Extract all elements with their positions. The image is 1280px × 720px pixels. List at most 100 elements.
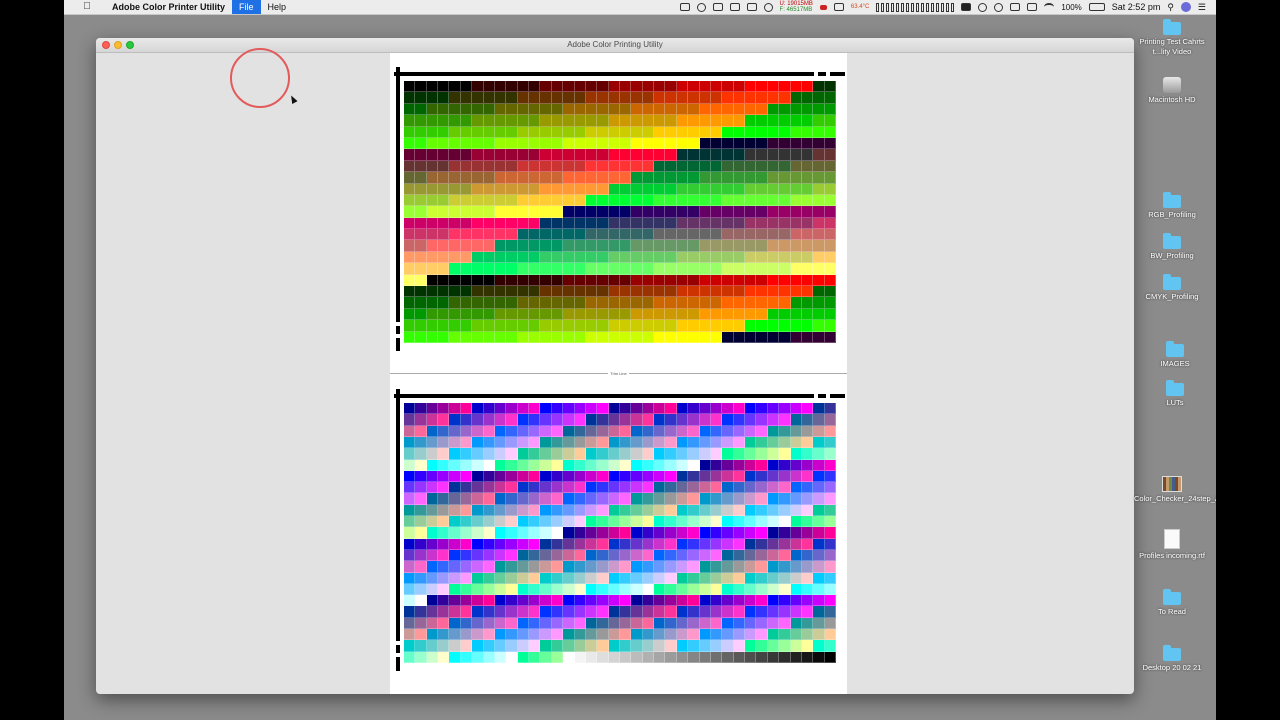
help-menu[interactable]: Help <box>261 0 294 14</box>
color-patch <box>449 240 461 252</box>
desktop-folder-printing-test[interactable]: Printing Test Cahrts t...lity Video <box>1134 19 1210 56</box>
desktop-file-color-checker[interactable]: Color_Checker_24step_AdobeRGB.tif <box>1134 476 1216 504</box>
color-patch <box>472 206 484 218</box>
desktop-drive-macintosh-hd[interactable]: Macintosh HD <box>1134 77 1210 105</box>
color-patch <box>449 493 461 505</box>
color-patch <box>756 297 768 309</box>
color-patch <box>608 516 620 528</box>
color-patch <box>608 126 620 138</box>
color-patch <box>642 160 655 173</box>
file-menu[interactable]: File <box>232 0 261 14</box>
color-patch <box>722 617 734 630</box>
desktop-folder-desktop-20-02-21[interactable]: Desktop 20 02 21 <box>1134 645 1210 673</box>
desktop-folder-rgb-profiling[interactable]: RGB_Profiling <box>1134 192 1210 220</box>
color-patch <box>801 160 814 173</box>
color-patch <box>551 274 564 287</box>
timer-icon[interactable] <box>729 3 740 11</box>
color-patch <box>540 194 552 207</box>
color-patch <box>404 493 416 505</box>
color-patch <box>710 251 723 264</box>
desktop-folder-images[interactable]: IMAGES <box>1137 341 1213 369</box>
color-patch <box>631 572 643 584</box>
color-patch <box>767 172 780 184</box>
color-patch <box>688 274 700 287</box>
status-icon[interactable] <box>679 3 690 11</box>
apple-menu-icon[interactable]:  <box>72 0 102 14</box>
memory-monitor[interactable]: U: 19015MB F: 46517MB <box>780 1 813 13</box>
color-patch <box>551 414 564 426</box>
color-patch <box>733 274 746 287</box>
color-patch <box>699 583 711 596</box>
color-patch <box>460 137 473 150</box>
color-patch <box>665 137 677 150</box>
color-patch <box>665 251 677 264</box>
color-patch <box>563 297 575 309</box>
screen-record-icon[interactable] <box>961 3 972 11</box>
color-patch <box>733 482 746 494</box>
color-patch <box>801 172 814 184</box>
desktop-file-profiles-incoming[interactable]: Profiles incoming.rtf <box>1134 529 1210 561</box>
network-icon[interactable] <box>763 2 773 12</box>
color-patch <box>494 217 507 230</box>
wifi-icon[interactable] <box>1044 3 1055 11</box>
battery-percent[interactable]: 100% <box>1061 3 1081 12</box>
color-patch <box>529 81 541 93</box>
color-patch <box>551 251 564 264</box>
spotlight-search-icon[interactable]: ⚲ <box>1167 2 1174 13</box>
color-patch <box>506 629 518 641</box>
color-patch <box>665 403 677 415</box>
desktop-folder-to-read[interactable]: To Read <box>1134 589 1210 617</box>
color-patch <box>574 137 586 150</box>
color-patch <box>710 549 723 562</box>
color-patch <box>483 194 495 207</box>
color-patch <box>619 274 632 287</box>
color-patch <box>642 183 655 195</box>
cpu-icon[interactable] <box>833 3 844 11</box>
color-patch <box>801 606 814 618</box>
color-patch <box>745 263 757 275</box>
color-patch <box>790 583 802 596</box>
color-patch <box>756 493 768 505</box>
display-icon[interactable] <box>746 3 757 11</box>
bluetooth-icon[interactable] <box>994 2 1004 12</box>
color-patch <box>460 81 473 93</box>
clock-icon[interactable] <box>978 2 988 12</box>
color-patch <box>415 308 427 321</box>
color-patch <box>688 640 700 652</box>
color-patch <box>745 470 757 483</box>
clock-text[interactable]: Sat 2:52 pm <box>1112 2 1161 12</box>
airplay-icon[interactable] <box>1027 3 1038 11</box>
color-patch <box>801 617 814 630</box>
download-icon[interactable] <box>819 4 827 10</box>
app-menu[interactable]: Adobe Color Printer Utility <box>102 0 232 14</box>
color-patch <box>404 572 416 584</box>
volume-icon[interactable] <box>1010 3 1021 11</box>
battery-icon[interactable] <box>1088 3 1105 11</box>
notification-center-icon[interactable]: ☰ <box>1198 2 1206 13</box>
color-patch <box>676 493 689 505</box>
color-patch <box>574 436 586 449</box>
sync-icon[interactable] <box>696 2 706 12</box>
color-patch <box>779 320 791 332</box>
color-patch <box>710 137 723 150</box>
color-patch <box>404 92 416 104</box>
temperature-readout[interactable]: 63.4°C <box>851 4 869 10</box>
color-patch <box>529 308 541 321</box>
color-patch <box>494 403 507 415</box>
color-patch <box>506 538 518 550</box>
color-patch <box>460 320 473 332</box>
desktop-folder-luts[interactable]: LUTs <box>1137 380 1213 408</box>
color-patch <box>642 331 655 343</box>
cpu-meters-icon[interactable] <box>876 2 955 12</box>
color-patch <box>710 482 723 494</box>
color-patch <box>540 459 552 471</box>
color-patch <box>790 274 802 287</box>
desktop-folder-cmyk-profiling[interactable]: CMYK_Profiling <box>1134 274 1210 302</box>
dropbox-icon[interactable] <box>712 3 723 11</box>
color-patch <box>460 538 473 550</box>
desktop-folder-bw-profiling[interactable]: BW_Profiling <box>1134 233 1210 261</box>
color-patch <box>642 103 655 116</box>
color-patch <box>699 229 711 241</box>
siri-icon[interactable] <box>1180 2 1191 12</box>
color-patch <box>756 149 768 161</box>
